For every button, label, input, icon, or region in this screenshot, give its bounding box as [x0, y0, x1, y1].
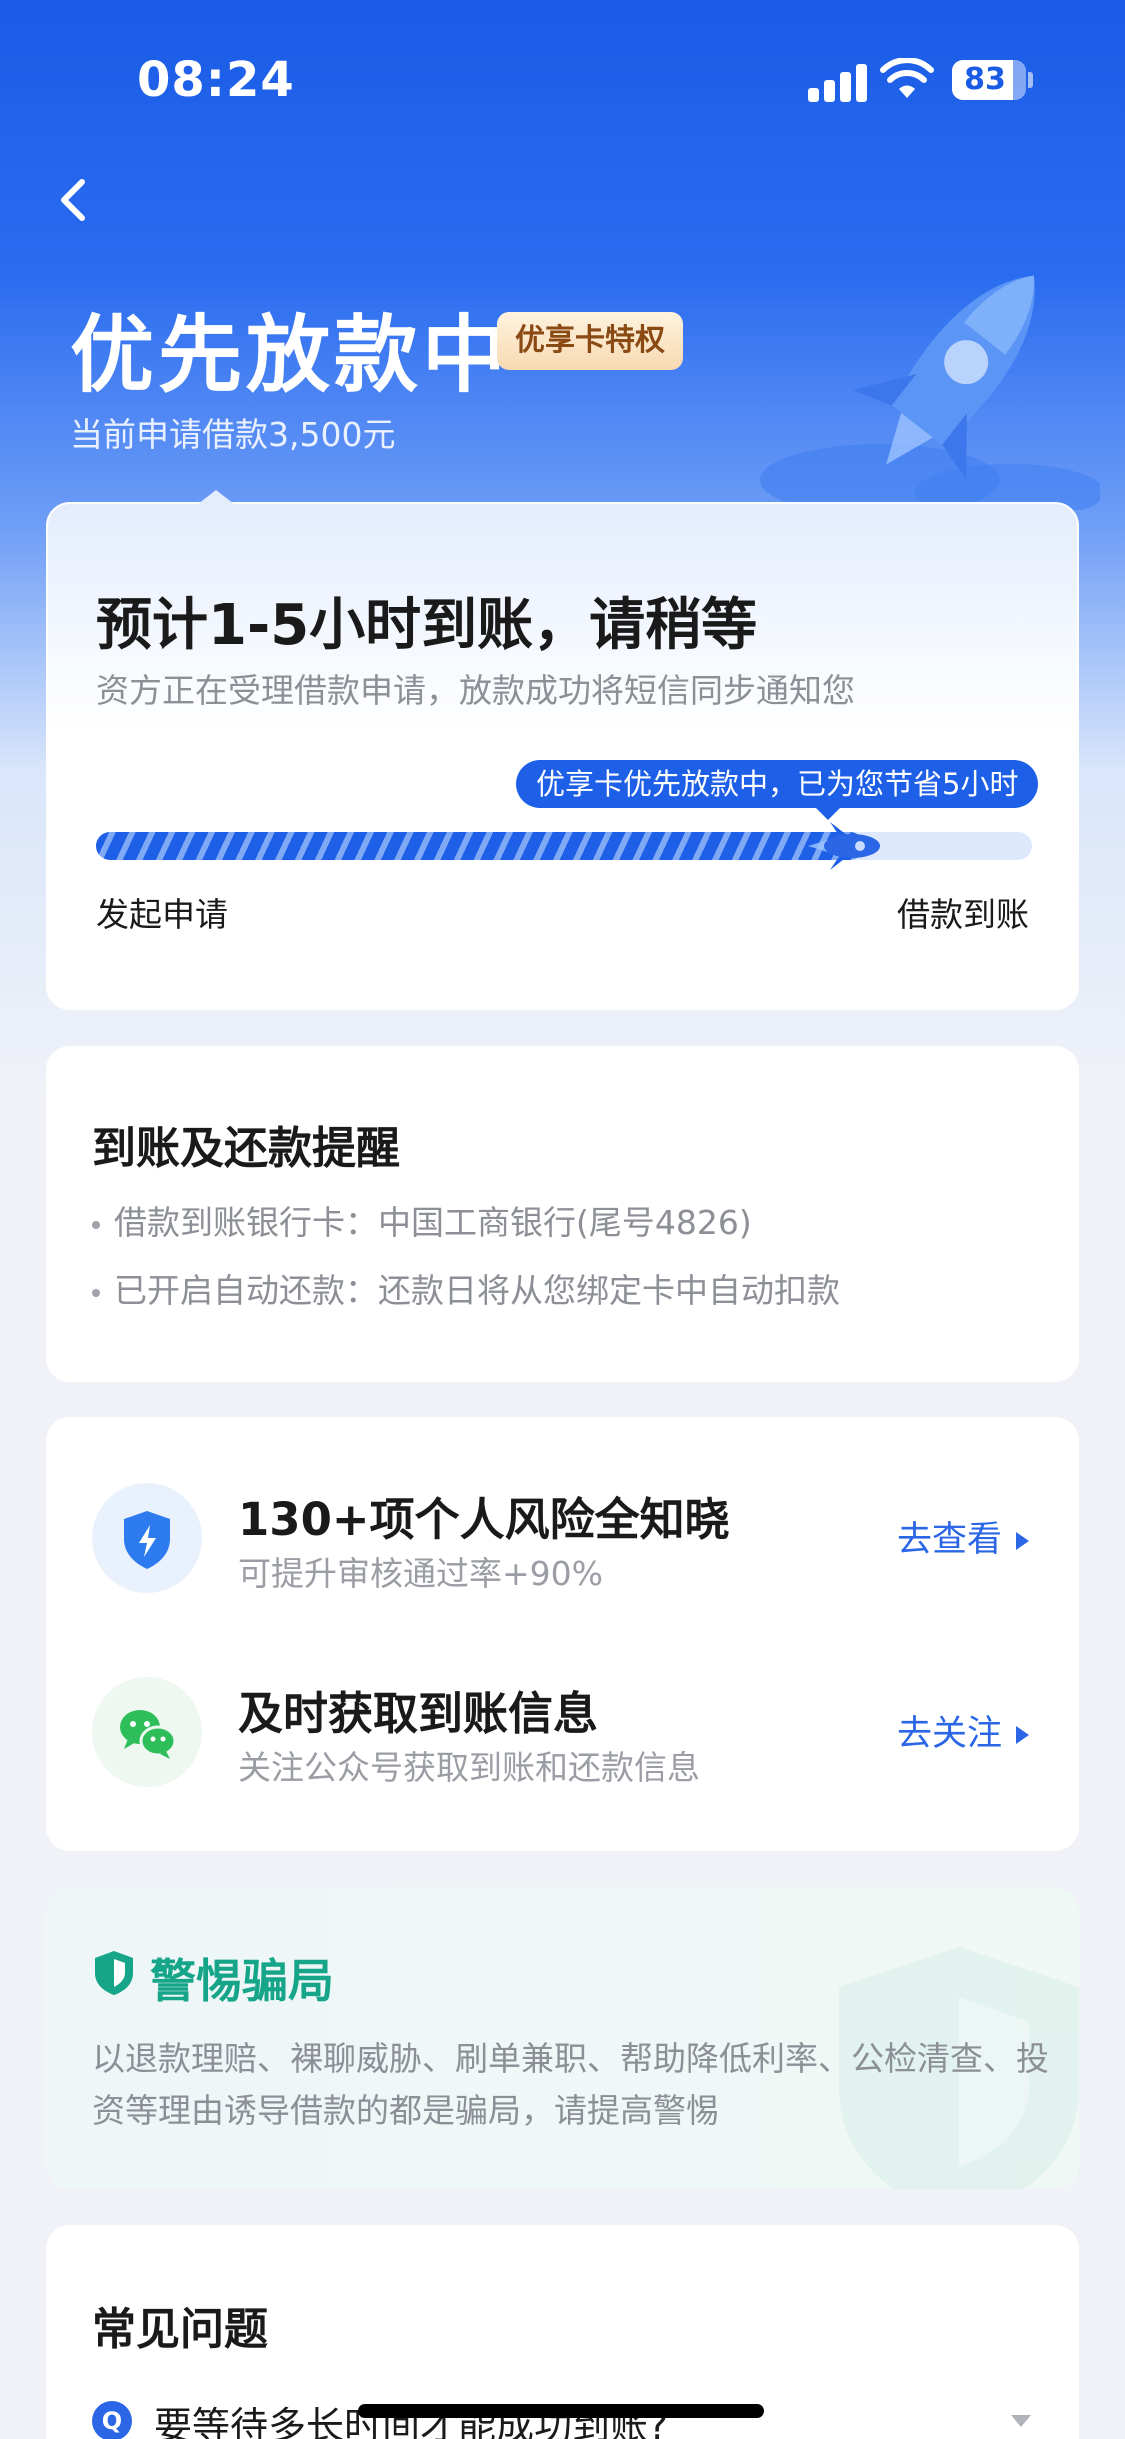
battery-percent: 83: [964, 62, 1006, 97]
risk-report-subtitle: 可提升审核通过率+90%: [238, 1554, 603, 1593]
privilege-badge: 优享卡特权: [497, 312, 683, 370]
auto-repay-line: 已开启自动还款：还款日将从您绑定卡中自动扣款: [92, 1264, 840, 1312]
progress-bar: [96, 832, 1032, 860]
risk-report-title: 130+项个人风险全知晓: [238, 1493, 730, 1546]
loan-amount-text: 当前申请借款3,500元: [70, 415, 396, 454]
status-time: 08:24: [137, 52, 295, 108]
fraud-warning-text: 以退款理赔、裸聊威胁、刷单兼职、帮助降低利率、公检清查、投资等理由诱导借款的都是…: [92, 2039, 1049, 2130]
status-bar: 08:24 83: [0, 0, 1125, 160]
eta-title: 预计1-5小时到账，请稍等: [96, 593, 758, 658]
services-card: 130+项个人风险全知晓 可提升审核通过率+90% 去查看 及时获取到账信息 关…: [46, 1417, 1079, 1851]
reminder-card: 到账及还款提醒 借款到账银行卡：中国工商银行(尾号4826) 已开启自动还款：还…: [46, 1046, 1079, 1382]
shield-bolt-icon: [92, 1483, 202, 1593]
progress-card: 预计1-5小时到账，请稍等 资方正在受理借款申请，放款成功将短信同步通知您 优享…: [46, 490, 1079, 1010]
reminder-title: 到账及还款提醒: [92, 1123, 400, 1174]
faq-title: 常见问题: [92, 2304, 268, 2355]
battery-icon: 83: [952, 60, 1026, 100]
follow-account-link[interactable]: 去关注: [897, 1705, 1029, 1756]
progress-fill: [96, 832, 864, 860]
cellular-signal-icon: [808, 62, 868, 102]
wifi-icon: [880, 58, 934, 98]
back-button[interactable]: [44, 170, 104, 230]
page-title: 优先放款中: [70, 306, 511, 404]
progress-rocket-icon: [808, 822, 880, 870]
home-indicator: [358, 2404, 764, 2418]
eta-description: 资方正在受理借款申请，放款成功将短信同步通知您: [96, 671, 855, 710]
question-icon: Q: [92, 2401, 132, 2439]
shield-icon: [95, 1951, 133, 1995]
progress-start-label: 发起申请: [96, 895, 228, 934]
fraud-warning-title: 警惕骗局: [150, 1954, 334, 2008]
bank-card-line: 借款到账银行卡：中国工商银行(尾号4826): [92, 1196, 752, 1244]
view-risk-report-link[interactable]: 去查看: [897, 1511, 1029, 1562]
chevron-down-icon[interactable]: [1011, 2415, 1031, 2427]
follow-account-subtitle: 关注公众号获取到账和还款信息: [238, 1748, 700, 1787]
progress-end-label: 借款到账: [897, 895, 1029, 934]
wechat-icon: [92, 1677, 202, 1787]
fraud-warning-card: 警惕骗局 以退款理赔、裸聊威胁、刷单兼职、帮助降低利率、公检清查、投资等理由诱导…: [46, 1887, 1079, 2189]
follow-account-title: 及时获取到账信息: [238, 1687, 599, 1740]
time-saved-bubble: 优享卡优先放款中，已为您节省5小时: [516, 760, 1039, 820]
rocket-illustration: [760, 275, 1100, 510]
